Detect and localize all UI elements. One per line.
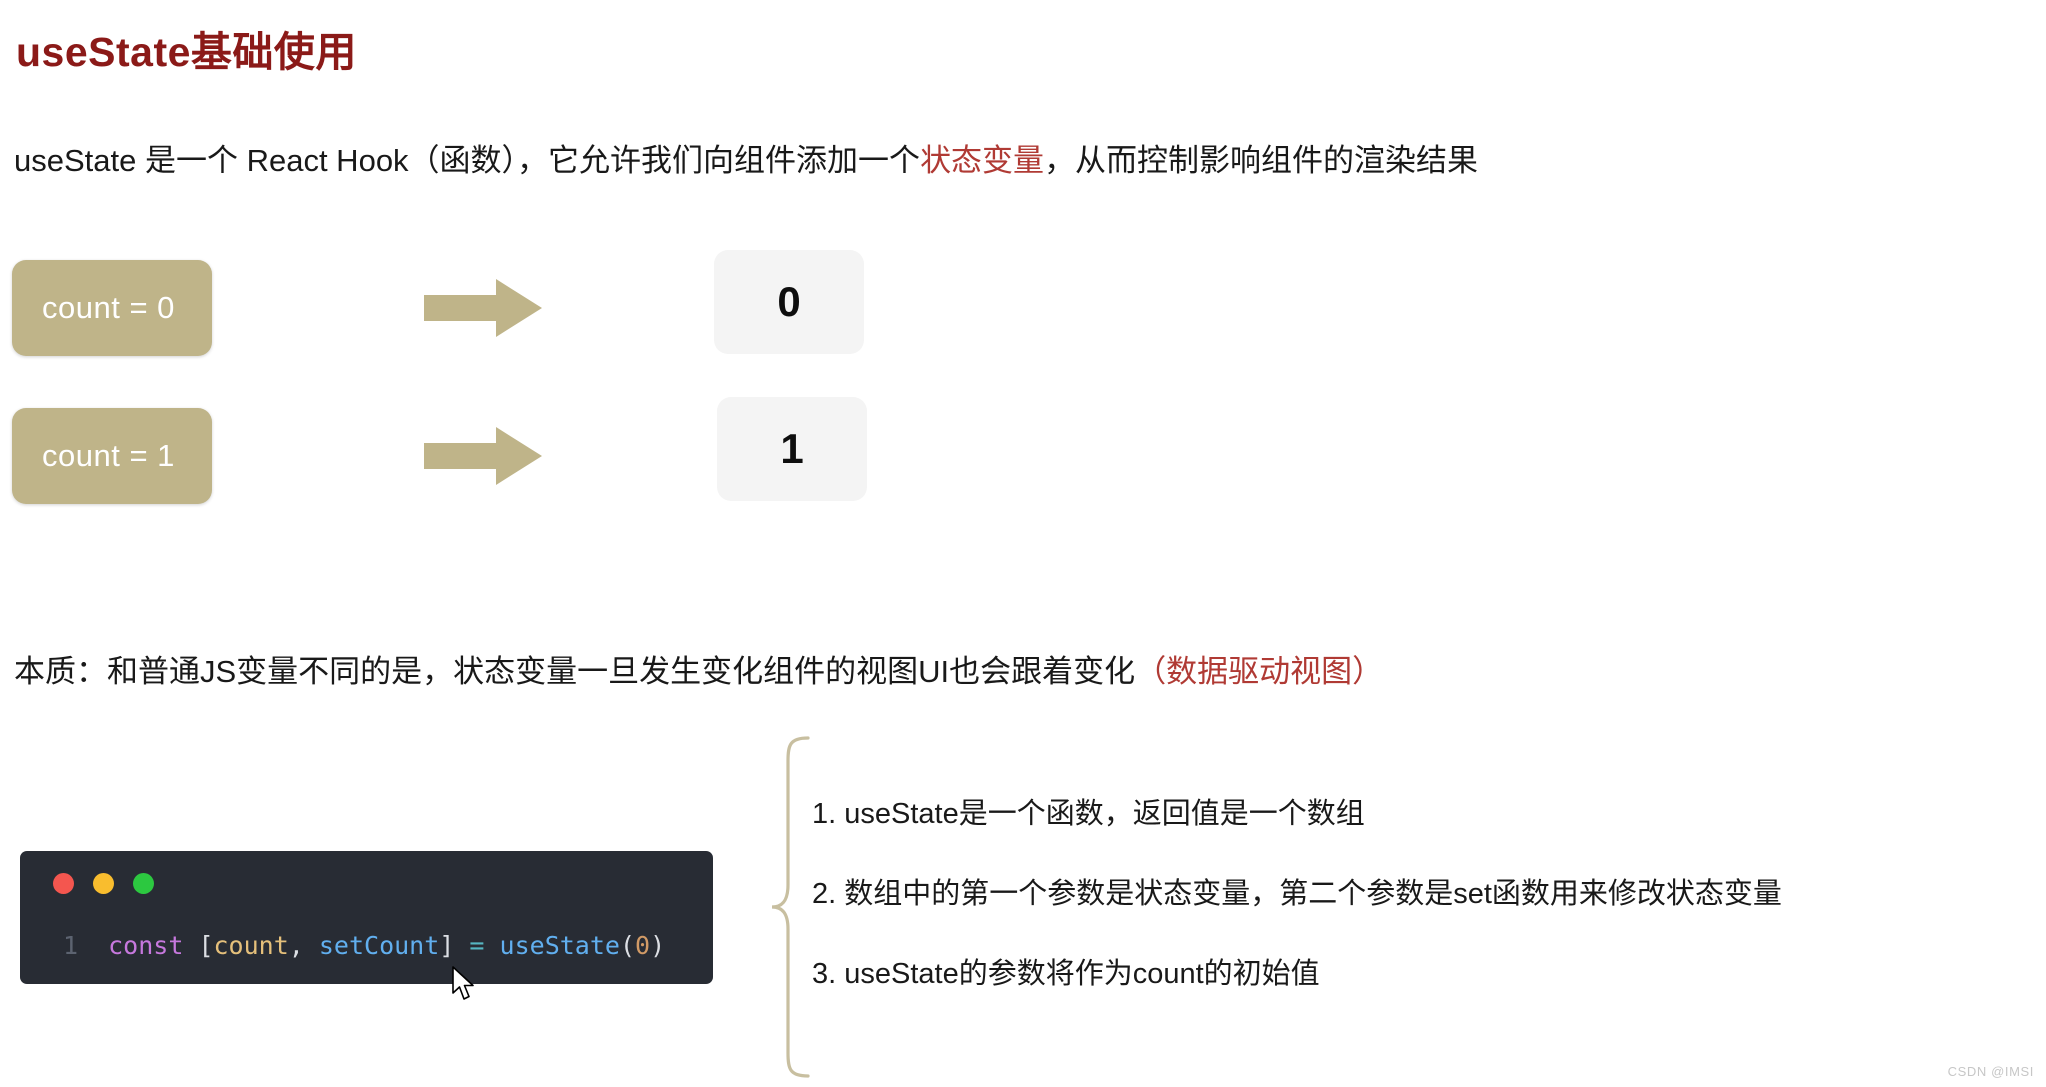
state-box-label: count = 1	[42, 438, 175, 473]
code-token-bracket-open: [	[198, 931, 214, 960]
code-token-paren-close: )	[650, 931, 666, 960]
page-title: useState基础使用	[16, 29, 357, 75]
code-token-usestate: useState	[499, 931, 620, 960]
code-line-1[interactable]: 1 const [count, setCount] = useState(0)	[40, 933, 665, 958]
arrow-right-icon	[424, 425, 544, 487]
intro-paragraph: useState 是一个 React Hook（函数），它允许我们向组件添加一个…	[14, 142, 1478, 179]
curly-brace-icon	[768, 735, 818, 1080]
result-value: 1	[780, 425, 804, 472]
code-token-comma: ,	[288, 931, 319, 960]
minimize-dot-icon[interactable]	[93, 873, 114, 894]
essence-paragraph: 本质：和普通JS变量不同的是，状态变量一旦发生变化组件的视图UI也会跟着变化（数…	[14, 646, 1383, 691]
code-token-bracket-close: ]	[439, 931, 455, 960]
state-render-diagram: count = 0 0 count = 1 1	[0, 250, 2046, 615]
notes-list: 1. useState是一个函数，返回值是一个数组 2. 数组中的第一个参数是状…	[812, 790, 1782, 1030]
line-number: 1	[62, 931, 78, 960]
code-token-zero: 0	[635, 931, 651, 960]
note-item-2: 2. 数组中的第一个参数是状态变量，第二个参数是set函数用来修改状态变量	[812, 878, 1782, 910]
essence-text: 本质：和普通JS变量不同的是，状态变量一旦发生变化组件的视图UI也会跟着变化	[14, 654, 1136, 689]
intro-text-before: useState 是一个 React Hook（函数），它允许我们向组件添加一个	[14, 143, 921, 178]
note-item-3: 3. useState的参数将作为count的初始值	[812, 958, 1320, 990]
state-box-count-0: count = 0	[12, 260, 212, 356]
intro-highlight-state-variable: 状态变量	[920, 143, 1045, 178]
intro-text-after: ，从而控制影响组件的渲染结果	[1044, 143, 1479, 178]
result-value: 0	[777, 278, 801, 325]
result-box-1: 1	[717, 397, 867, 501]
maximize-dot-icon[interactable]	[133, 873, 154, 894]
result-box-0: 0	[714, 250, 864, 354]
window-traffic-lights	[53, 873, 154, 894]
close-dot-icon[interactable]	[53, 873, 74, 894]
code-token-setcount: setCount	[318, 931, 440, 960]
code-token-paren-open: (	[619, 931, 636, 960]
essence-highlight-data-driven-view: （数据驱动视图）	[1135, 654, 1384, 689]
code-token-count: count	[213, 931, 289, 960]
code-token-const: const	[108, 931, 184, 960]
state-box-count-1: count = 1	[12, 408, 212, 504]
code-window: 1 const [count, setCount] = useState(0)	[20, 851, 713, 984]
state-box-label: count = 0	[42, 290, 175, 325]
code-token-assign: =	[469, 931, 485, 960]
note-item-1: 1. useState是一个函数，返回值是一个数组	[812, 798, 1365, 830]
watermark: CSDN @IMSI	[1947, 1064, 2034, 1079]
arrow-right-icon	[424, 277, 544, 339]
